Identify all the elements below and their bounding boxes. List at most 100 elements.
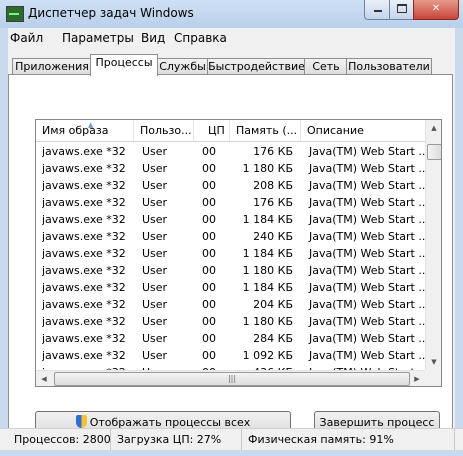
cell-description: Java(TM) Web Start ... [309, 196, 425, 209]
cell-image-name: javaws.exe *32 [42, 213, 126, 226]
vertical-scrollbar[interactable]: ▲ ▼ [425, 120, 441, 370]
tab-processes[interactable]: Процессы [90, 54, 158, 76]
list-rows: javaws.exe *32 User 00 176 КБ Java(TM) Web S… [36, 143, 425, 381]
tab-users[interactable]: Пользователи [346, 58, 432, 75]
status-bar: Процессов: 2800 Загрузка ЦП: 27% Физичес… [0, 428, 463, 450]
maximize-button[interactable] [389, 0, 415, 20]
process-list[interactable]: ▲ Имя образа Пользо... ЦП Память (... Оп… [35, 119, 442, 387]
vertical-scroll-thumb[interactable] [427, 144, 441, 160]
cell-description: Java(TM) Web Start ... [309, 332, 425, 345]
cell-memory: 1 184 КБ [242, 247, 293, 260]
list-header: ▲ Имя образа Пользо... ЦП Память (... Оп… [36, 120, 425, 142]
table-row[interactable]: javaws.exe *32 User 00 240 КБ Java(TM) Web S… [36, 228, 425, 245]
close-button[interactable]: ✕ [413, 0, 459, 20]
cell-cpu: 00 [202, 213, 216, 226]
maximize-icon [397, 4, 407, 13]
column-label: Имя образа [42, 124, 109, 137]
cell-description: Java(TM) Web Start ... [309, 213, 425, 226]
cell-cpu: 00 [202, 247, 216, 260]
menu-view[interactable]: Вид [141, 31, 165, 45]
tab-network[interactable]: Сеть [304, 58, 348, 75]
cell-user: User [142, 349, 168, 362]
cell-description: Java(TM) Web Start ... [309, 162, 425, 175]
cell-description: Java(TM) Web Start ... [309, 281, 425, 294]
table-row[interactable]: javaws.exe *32 User 00 1 180 КБ Java(TM) Web… [36, 160, 425, 177]
cell-user: User [142, 264, 168, 277]
title-bar[interactable]: Диспетчер задач Windows ✕ [0, 0, 463, 28]
scroll-up-icon[interactable]: ▲ [426, 120, 441, 136]
tab-applications[interactable]: Приложения [12, 58, 92, 75]
cell-cpu: 00 [202, 298, 216, 311]
cell-user: User [142, 281, 168, 294]
cell-cpu: 00 [202, 179, 216, 192]
cell-description: Java(TM) Web Start ... [309, 264, 425, 277]
tab-performance[interactable]: Быстродействие [207, 58, 306, 75]
cell-user: User [142, 162, 168, 175]
cell-memory: 284 КБ [253, 332, 293, 345]
cell-image-name: javaws.exe *32 [42, 230, 126, 243]
horizontal-scrollbar[interactable]: ◀ ||| ▶ [36, 370, 425, 386]
column-description[interactable]: Описание [301, 120, 425, 141]
minimize-button[interactable] [364, 0, 391, 20]
cell-user: User [142, 332, 168, 345]
uac-shield-icon [75, 415, 87, 428]
column-memory[interactable]: Память (... [230, 120, 301, 141]
table-row[interactable]: javaws.exe *32 User 00 176 КБ Java(TM) Web S… [36, 194, 425, 211]
table-row[interactable]: javaws.exe *32 User 00 1 180 КБ Java(TM) Web… [36, 262, 425, 279]
cell-memory: 208 КБ [253, 179, 293, 192]
scroll-left-icon[interactable]: ◀ [36, 371, 52, 386]
table-row[interactable]: javaws.exe *32 User 00 1 184 КБ Java(TM) Web… [36, 245, 425, 262]
cell-user: User [142, 213, 168, 226]
menu-file[interactable]: Файл [10, 31, 43, 45]
cell-description: Java(TM) Web Start ... [309, 230, 425, 243]
cell-image-name: javaws.exe *32 [42, 298, 126, 311]
cell-description: Java(TM) Web Start ... [309, 315, 425, 328]
cell-image-name: javaws.exe *32 [42, 281, 126, 294]
tab-services[interactable]: Службы [156, 58, 209, 75]
cell-cpu: 00 [202, 230, 216, 243]
cell-user: User [142, 247, 168, 260]
sort-ascending-icon: ▲ [88, 121, 94, 129]
cell-memory: 1 184 КБ [242, 281, 293, 294]
cell-cpu: 00 [202, 349, 216, 362]
cell-user: User [142, 196, 168, 209]
table-row[interactable]: javaws.exe *32 User 00 1 180 КБ Java(TM) Web… [36, 313, 425, 330]
table-row[interactable]: javaws.exe *32 User 00 1 092 КБ Java(TM) Web… [36, 347, 425, 364]
scroll-down-icon[interactable]: ▼ [426, 354, 441, 370]
tab-strip: Приложения Процессы Службы Быстродействи… [8, 54, 455, 76]
table-row[interactable]: javaws.exe *32 User 00 208 КБ Java(TM) Web S… [36, 177, 425, 194]
menu-help[interactable]: Справка [174, 31, 227, 45]
table-row[interactable]: javaws.exe *32 User 00 204 КБ Java(TM) Web S… [36, 296, 425, 313]
cell-memory: 176 КБ [253, 196, 293, 209]
column-cpu[interactable]: ЦП [194, 120, 230, 141]
cell-image-name: javaws.exe *32 [42, 264, 126, 277]
close-icon: ✕ [431, 3, 441, 14]
cell-memory: 1 184 КБ [242, 213, 293, 226]
cell-memory: 176 КБ [253, 145, 293, 158]
cell-user: User [142, 298, 168, 311]
cell-cpu: 00 [202, 315, 216, 328]
table-row[interactable]: javaws.exe *32 User 00 1 184 КБ Java(TM) Web… [36, 211, 425, 228]
cell-image-name: javaws.exe *32 [42, 145, 126, 158]
status-cpu: Загрузка ЦП: 27% [111, 429, 242, 450]
task-manager-icon [6, 6, 24, 22]
cell-memory: 1 180 КБ [242, 315, 293, 328]
cell-user: User [142, 230, 168, 243]
column-label: Память (... [236, 124, 298, 137]
column-user[interactable]: Пользо... [134, 120, 194, 141]
horizontal-scroll-thumb[interactable]: ||| [54, 372, 410, 386]
cell-description: Java(TM) Web Start ... [309, 145, 425, 158]
cell-cpu: 00 [202, 281, 216, 294]
table-row[interactable]: javaws.exe *32 User 00 176 КБ Java(TM) Web S… [36, 143, 425, 160]
scroll-right-icon[interactable]: ▶ [409, 371, 425, 386]
cell-cpu: 00 [202, 332, 216, 345]
cell-cpu: 00 [202, 196, 216, 209]
cell-cpu: 00 [202, 264, 216, 277]
table-row[interactable]: javaws.exe *32 User 00 1 184 КБ Java(TM) Web… [36, 279, 425, 296]
table-row[interactable]: javaws.exe *32 User 00 284 КБ Java(TM) Web S… [36, 330, 425, 347]
cell-cpu: 00 [202, 145, 216, 158]
cell-cpu: 00 [202, 162, 216, 175]
column-label: Описание [307, 124, 364, 137]
column-image-name[interactable]: ▲ Имя образа [36, 120, 134, 141]
menu-options[interactable]: Параметры [62, 31, 134, 45]
